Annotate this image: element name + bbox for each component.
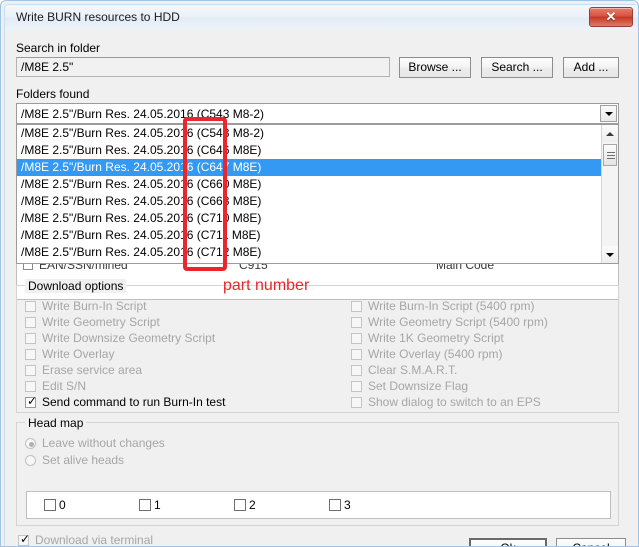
browse-button[interactable]: Browse ... xyxy=(399,57,471,78)
head-checkbox-label: 1 xyxy=(154,498,161,513)
add-button[interactable]: Add ... xyxy=(563,57,619,78)
check-icon: ✓ xyxy=(20,533,30,545)
search-button[interactable]: Search ... xyxy=(481,57,553,78)
download-option-label: Edit S/N xyxy=(42,379,86,394)
checkbox-box xyxy=(351,381,362,392)
dialog-window: Write BURN resources to HDD ✕ Search in … xyxy=(0,0,639,547)
download-option-label: Write Geometry Script xyxy=(42,315,160,330)
folders-combobox[interactable]: /M8E 2.5"/Burn Res. 24.05.2016 (C543 M8-… xyxy=(16,103,619,124)
head-checkbox-label: 3 xyxy=(344,498,351,513)
scroll-down-arrow-icon[interactable] xyxy=(602,246,618,263)
scrollbar-thumb[interactable] xyxy=(603,144,617,166)
head-checkbox-box xyxy=(44,499,56,511)
checkbox-box xyxy=(25,301,36,312)
download-option-label: Show dialog to switch to an EPS xyxy=(368,395,541,410)
download-option-label: Write Burn-In Script (5400 rpm) xyxy=(368,299,535,314)
folders-dropdown-list[interactable]: /M8E 2.5"/Burn Res. 24.05.2016 (C543 M8-… xyxy=(16,124,619,264)
search-folder-input[interactable]: /M8E 2.5" xyxy=(16,57,390,77)
dialog-frame: Write BURN resources to HDD ✕ Search in … xyxy=(4,4,637,547)
close-icon: ✕ xyxy=(590,8,632,26)
chevron-down-glyph xyxy=(605,112,613,116)
download-option-label: Clear S.M.A.R.T. xyxy=(368,363,457,378)
head-checkbox-box xyxy=(234,499,246,511)
dropdown-item[interactable]: /M8E 2.5"/Burn Res. 24.05.2016 (C660 M8E… xyxy=(17,176,603,193)
checkbox-box xyxy=(25,333,36,344)
search-in-folder-label: Search in folder xyxy=(16,41,100,55)
head-map-title: Head map xyxy=(25,416,86,430)
checkbox-box: ✓ xyxy=(25,397,36,408)
download-via-terminal-box: ✓ xyxy=(18,535,29,546)
part-number-annotation-label: part number xyxy=(223,277,309,295)
download-option-label: Write Overlay (5400 rpm) xyxy=(368,347,502,362)
dropdown-item[interactable]: /M8E 2.5"/Burn Res. 24.05.2016 (C710 M8E… xyxy=(17,210,603,227)
radio-dot-icon xyxy=(29,442,34,447)
download-options-group: Download options Write Burn-In ScriptWri… xyxy=(16,285,619,413)
dropdown-item[interactable]: /M8E 2.5"/Burn Res. 24.05.2016 (C647 M8E… xyxy=(17,159,603,176)
scroll-up-glyph xyxy=(606,132,614,136)
checkbox-box xyxy=(25,381,36,392)
checkbox-box xyxy=(25,349,36,360)
checkbox-box xyxy=(351,333,362,344)
head-checkbox-box xyxy=(139,499,151,511)
dropdown-item[interactable]: /M8E 2.5"/Burn Res. 24.05.2016 (C543 M8-… xyxy=(17,125,603,142)
download-option-label: Write Geometry Script (5400 rpm) xyxy=(368,315,548,330)
radio-circle xyxy=(25,438,36,449)
ok-button[interactable]: Ok xyxy=(469,538,547,547)
download-option-label: Set Downsize Flag xyxy=(368,379,468,394)
folders-combobox-value: /M8E 2.5"/Burn Res. 24.05.2016 (C543 M8-… xyxy=(21,107,264,121)
checkbox-box xyxy=(351,365,362,376)
download-option-label: Write Downsize Geometry Script xyxy=(42,331,215,346)
dropdown-item[interactable]: /M8E 2.5"/Burn Res. 24.05.2016 (C711 M8E… xyxy=(17,227,603,244)
scroll-up-arrow-icon[interactable] xyxy=(602,125,618,142)
download-option-label: Send command to run Burn-In test xyxy=(42,395,225,410)
download-option-label: Write Burn-In Script xyxy=(42,299,146,314)
radio-circle xyxy=(25,455,36,466)
download-options-title: Download options xyxy=(25,279,126,293)
dropdown-items-container: /M8E 2.5"/Burn Res. 24.05.2016 (C543 M8-… xyxy=(17,125,603,263)
dropdown-scrollbar[interactable] xyxy=(601,125,618,263)
close-button[interactable]: ✕ xyxy=(589,7,633,27)
download-option-label: Erase service area xyxy=(42,363,142,378)
scrollbar-grip-icon xyxy=(607,152,615,159)
dropdown-item[interactable]: /M8E 2.5"/Burn Res. 24.05.2016 (C646 M8E… xyxy=(17,142,603,159)
folders-found-label: Folders found xyxy=(16,87,89,101)
dropdown-item[interactable]: /M8E 2.5"/Burn Res. 24.05.2016 (C712 M8E… xyxy=(17,244,603,261)
download-option-label: Write Overlay xyxy=(42,347,114,362)
head-map-heads-panel: 0 1 2 3 xyxy=(26,491,611,519)
checkbox-box xyxy=(351,301,362,312)
checkbox-box xyxy=(25,317,36,328)
download-via-terminal-label: Download via terminal xyxy=(35,533,153,547)
head-checkbox-box xyxy=(329,499,341,511)
dialog-body: Search in folder /M8E 2.5" Browse ... Se… xyxy=(5,30,638,547)
dropdown-item[interactable]: /M8E 2.5"/Burn Res. 24.05.2016 (C663 M8E… xyxy=(17,193,603,210)
checkbox-box xyxy=(351,349,362,360)
scroll-down-glyph xyxy=(606,253,614,257)
checkbox-box xyxy=(351,397,362,408)
title-bar[interactable]: Write BURN resources to HDD ✕ xyxy=(5,5,638,30)
cancel-button[interactable]: Cancel xyxy=(556,538,626,547)
head-map-radio-label: Set alive heads xyxy=(42,453,124,468)
checkbox-box xyxy=(25,365,36,376)
check-icon: ✓ xyxy=(27,395,37,407)
head-checkbox-label: 2 xyxy=(249,498,256,513)
head-checkbox-label: 0 xyxy=(59,498,66,513)
checkbox-box xyxy=(351,317,362,328)
window-title: Write BURN resources to HDD xyxy=(16,10,180,24)
download-option-label: Write 1K Geometry Script xyxy=(368,331,504,346)
chevron-down-icon[interactable] xyxy=(600,105,617,122)
head-map-radio-label: Leave without changes xyxy=(42,436,165,451)
